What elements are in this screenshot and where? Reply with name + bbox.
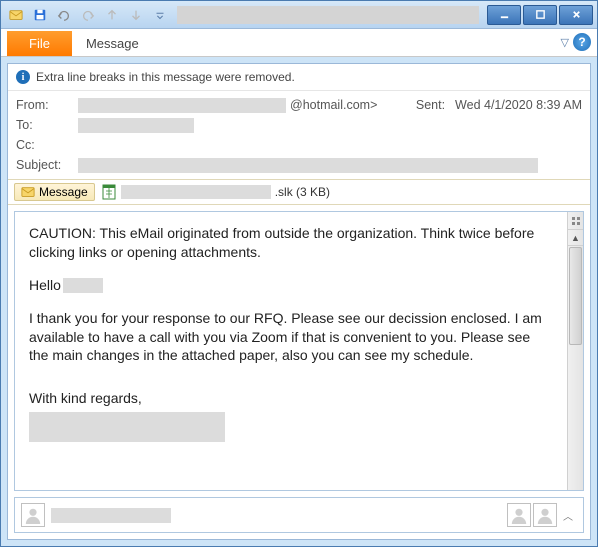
sent-value: Wed 4/1/2020 8:39 AM [455, 98, 582, 112]
file-tab[interactable]: File [7, 31, 72, 56]
attachment-name-redacted [121, 185, 271, 199]
info-icon: i [16, 70, 30, 84]
avatar[interactable] [533, 503, 557, 527]
ribbon-minimize-icon[interactable]: ▽ [561, 36, 569, 49]
message-headers: From: @hotmail.com> Sent: Wed 4/1/2020 8… [8, 91, 590, 179]
app-icon[interactable] [5, 4, 27, 26]
help-icon[interactable]: ? [573, 33, 591, 51]
greeting-redacted [63, 278, 103, 293]
window-title-redacted [177, 6, 479, 24]
message-tab[interactable]: Message [72, 31, 153, 56]
people-pane: ︿ [14, 497, 584, 533]
titlebar [1, 1, 597, 29]
info-bar[interactable]: i Extra line breaks in this message were… [8, 64, 590, 91]
sent-label: Sent: [416, 98, 445, 112]
message-body-wrap: CAUTION: This eMail originated from outs… [14, 211, 584, 491]
signature-redacted [29, 412, 225, 442]
vertical-scrollbar[interactable]: ▲ [567, 212, 583, 490]
scroll-up-icon[interactable]: ▲ [568, 230, 583, 246]
to-redacted [78, 118, 194, 133]
subject-redacted [78, 158, 538, 173]
spreadsheet-icon [101, 184, 117, 200]
scroll-options-icon[interactable] [568, 212, 583, 230]
undo-icon[interactable] [53, 4, 75, 26]
scroll-thumb[interactable] [569, 247, 582, 345]
cc-label: Cc: [16, 138, 78, 152]
subject-label: Subject: [16, 158, 78, 172]
content-pane: i Extra line breaks in this message were… [7, 63, 591, 540]
next-icon[interactable] [125, 4, 147, 26]
greeting-line: Hello [29, 276, 553, 295]
scroll-track[interactable] [568, 246, 583, 490]
avatar[interactable] [507, 503, 531, 527]
redo-icon[interactable] [77, 4, 99, 26]
quick-access-toolbar [5, 4, 171, 26]
previous-icon[interactable] [101, 4, 123, 26]
caution-text: CAUTION: This eMail originated from outs… [29, 224, 553, 262]
avatar[interactable] [21, 503, 45, 527]
qat-customize-icon[interactable] [149, 4, 171, 26]
envelope-icon [21, 185, 35, 199]
save-icon[interactable] [29, 4, 51, 26]
from-value: @hotmail.com> [290, 98, 377, 112]
attachment-suffix: .slk (3 KB) [275, 185, 330, 199]
people-name-redacted [51, 508, 171, 523]
attachment-bar: Message .slk (3 KB) [8, 179, 590, 205]
attachment-item[interactable]: .slk (3 KB) [101, 184, 330, 200]
hello-text: Hello [29, 276, 61, 295]
message-pill-label: Message [39, 185, 88, 199]
maximize-button[interactable] [523, 5, 557, 25]
signoff-text: With kind regards, [29, 389, 553, 408]
from-label: From: [16, 98, 78, 112]
ribbon-tabs: File Message ▽ ? [1, 29, 597, 57]
close-button[interactable] [559, 5, 593, 25]
minimize-button[interactable] [487, 5, 521, 25]
info-text: Extra line breaks in this message were r… [36, 70, 295, 84]
message-pill[interactable]: Message [14, 183, 95, 201]
email-window: File Message ▽ ? i Extra line breaks in … [0, 0, 598, 547]
window-controls [485, 5, 593, 25]
people-expand-icon[interactable]: ︿ [559, 508, 577, 523]
from-redacted [78, 98, 286, 113]
message-body: CAUTION: This eMail originated from outs… [15, 212, 567, 490]
to-label: To: [16, 118, 78, 132]
body-paragraph: I thank you for your response to our RFQ… [29, 309, 553, 366]
